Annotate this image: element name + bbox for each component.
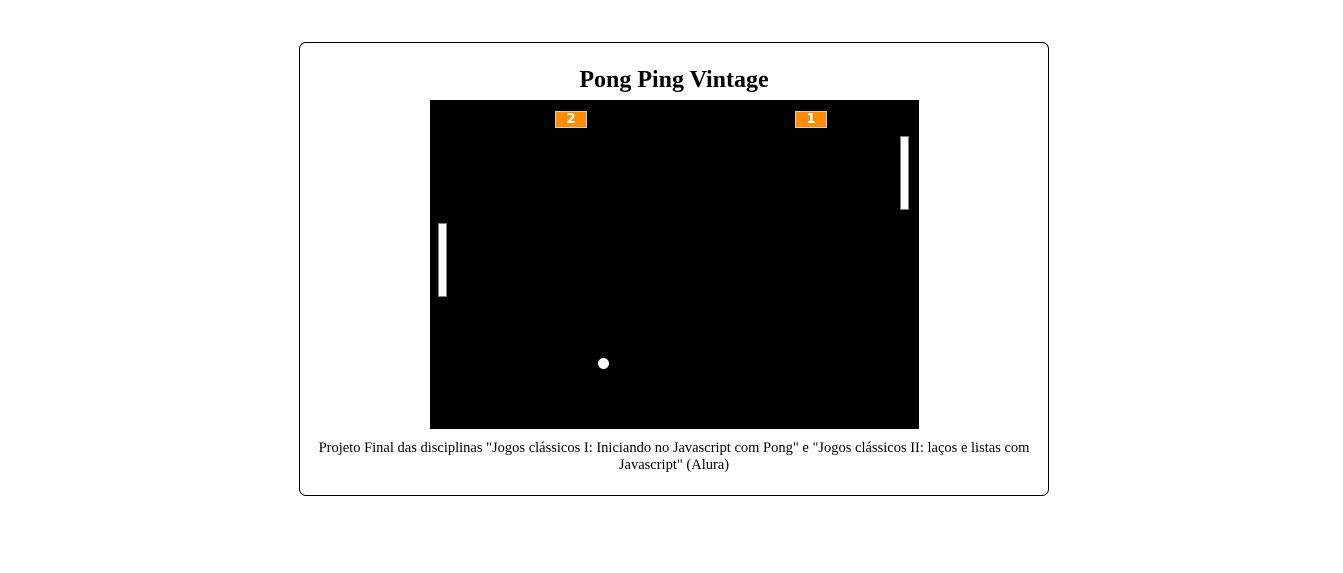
score-right: 1 xyxy=(795,111,827,128)
project-description: Projeto Final das disciplinas "Jogos clá… xyxy=(318,440,1030,473)
ball xyxy=(598,358,609,369)
game-card: Pong Ping Vintage 2 1 Projeto Final das … xyxy=(299,42,1049,496)
player-paddle[interactable] xyxy=(438,223,447,297)
pong-canvas[interactable]: 2 1 xyxy=(430,100,919,429)
page-title: Pong Ping Vintage xyxy=(579,67,769,93)
score-left: 2 xyxy=(555,111,587,128)
opponent-paddle xyxy=(900,136,909,210)
